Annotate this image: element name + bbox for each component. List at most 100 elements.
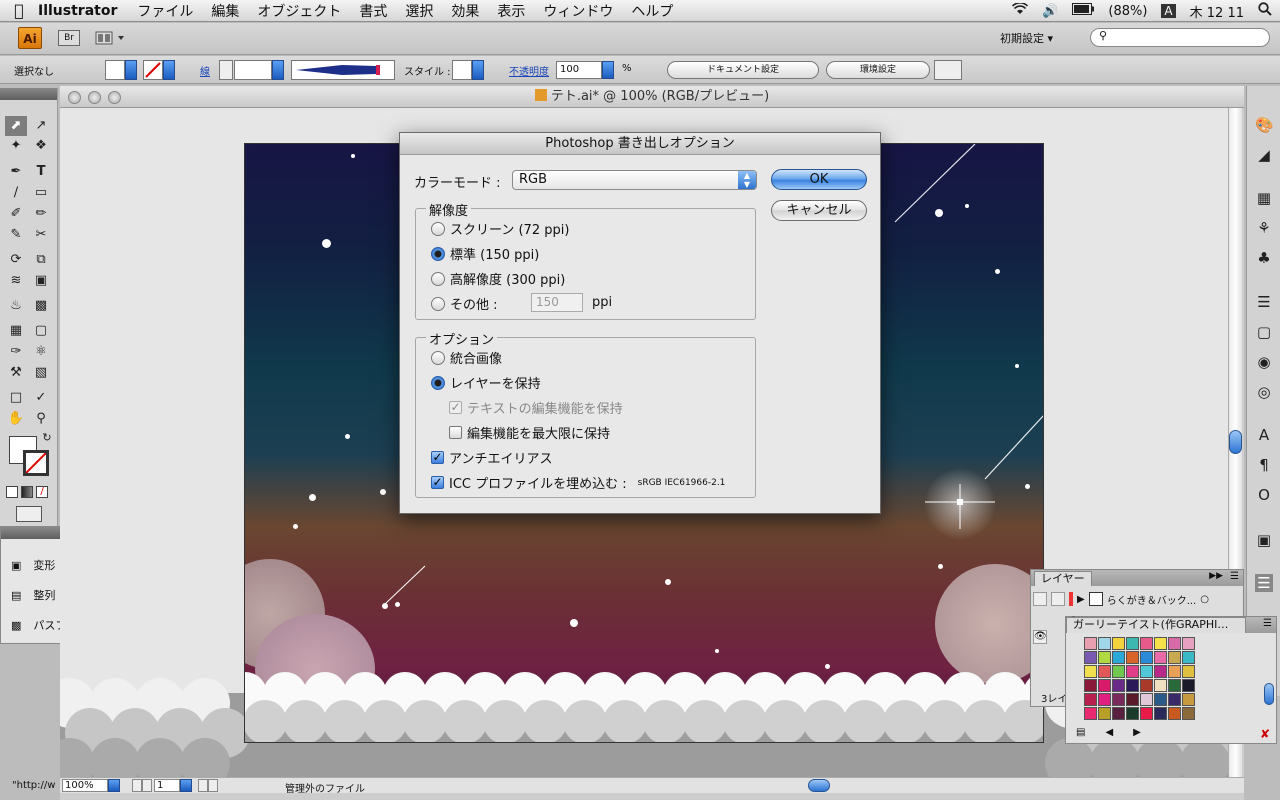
fill-color-swatch[interactable] — [105, 60, 125, 80]
arrange-documents-icon[interactable] — [95, 30, 129, 46]
first-artboard-button[interactable] — [132, 779, 142, 792]
swatch-cell[interactable] — [1182, 707, 1195, 720]
other-ppi-field[interactable]: 150 — [531, 293, 583, 312]
opacity-dropdown[interactable] — [602, 61, 614, 79]
wifi-icon[interactable] — [1012, 2, 1029, 19]
rectangle-tool-icon[interactable]: ▭ — [30, 183, 52, 203]
stroke-color-swatch[interactable] — [143, 60, 163, 80]
stroke-panel-link[interactable]: 線 — [200, 63, 210, 78]
minimize-window-button[interactable] — [88, 91, 101, 104]
previous-artboard-button[interactable] — [142, 779, 152, 792]
swatch-cell[interactable] — [1126, 707, 1139, 720]
opentype-panel-icon[interactable]: O — [1255, 486, 1273, 504]
scissors-tool-icon[interactable]: ✂ — [30, 225, 52, 245]
swatch-cell[interactable] — [1112, 693, 1125, 706]
menu-view[interactable]: 表示 — [497, 1, 525, 21]
status-text[interactable]: 管理外のファイル — [285, 780, 365, 795]
swatch-library-tab[interactable]: ガーリーテイスト(作GRAPHI… — [1066, 617, 1246, 633]
color-mode-color-icon[interactable] — [6, 486, 18, 498]
swatch-cell[interactable] — [1084, 637, 1097, 650]
swatch-cell[interactable] — [1154, 707, 1167, 720]
rotate-tool-icon[interactable]: ⟳ — [5, 250, 27, 270]
screen-mode-icon[interactable] — [16, 506, 42, 522]
ok-button[interactable]: OK — [771, 169, 867, 190]
spotlight-search-icon[interactable] — [1258, 2, 1272, 20]
layers-tab[interactable]: レイヤー — [1034, 571, 1092, 586]
zoom-dropdown[interactable] — [108, 779, 120, 792]
preferences-button[interactable]: 環境設定 — [826, 61, 930, 79]
maximum-editability-option[interactable]: 編集機能を最大限に保持 — [449, 423, 610, 442]
swatch-cell[interactable] — [1084, 693, 1097, 706]
opacity-panel-link[interactable]: 不透明度 — [509, 63, 549, 78]
tools-panel-header[interactable] — [0, 88, 57, 100]
menu-file[interactable]: ファイル — [137, 1, 193, 21]
swatch-cell[interactable] — [1084, 665, 1097, 678]
swatch-cell[interactable] — [1098, 637, 1111, 650]
swatch-cell[interactable] — [1168, 637, 1181, 650]
blend-tool-icon[interactable]: ⚛ — [30, 342, 52, 362]
swatch-cell[interactable] — [1154, 679, 1167, 692]
gradient-panel-icon[interactable]: ▢ — [1255, 323, 1273, 341]
live-paint-bucket-tool-icon[interactable]: ⚒ — [5, 363, 27, 383]
swatch-cell[interactable] — [1126, 665, 1139, 678]
brush-definition-preview[interactable] — [291, 60, 395, 80]
checkbox[interactable] — [449, 426, 462, 439]
swatch-cell[interactable] — [1140, 665, 1153, 678]
menu-object[interactable]: オブジェクト — [257, 1, 341, 21]
app-menu[interactable]: Illustrator — [38, 3, 117, 19]
menu-help[interactable]: ヘルプ — [631, 1, 673, 21]
horizontal-scroll-thumb[interactable] — [808, 779, 830, 792]
appearance-panel-icon[interactable]: ◎ — [1255, 383, 1273, 401]
swatch-cell[interactable] — [1182, 637, 1195, 650]
swatch-cell[interactable] — [1140, 651, 1153, 664]
write-layers-option[interactable]: レイヤーを保持 — [431, 373, 541, 392]
graphic-style-dropdown[interactable] — [472, 60, 484, 80]
artboard-number-field[interactable]: 1 — [154, 779, 180, 792]
close-window-button[interactable] — [68, 91, 81, 104]
pen-tool-icon[interactable]: ✒ — [5, 162, 27, 182]
warp-tool-icon[interactable]: ≋ — [5, 271, 27, 291]
zoom-tool-icon[interactable]: ⚲ — [30, 409, 52, 429]
swatch-scroll-thumb[interactable] — [1264, 683, 1274, 705]
brushes-panel-icon[interactable]: ⚘ — [1255, 219, 1273, 237]
blob-brush-tool-icon[interactable]: ✎ — [5, 225, 27, 245]
select-similar-icon[interactable] — [934, 60, 962, 80]
slice-tool-icon[interactable]: ✓ — [30, 388, 52, 408]
align-panel-item[interactable]: ▤ 整列 — [11, 587, 55, 603]
color-panel-icon[interactable]: 🎨 — [1255, 116, 1274, 134]
volume-icon[interactable]: 🔊 — [1042, 4, 1058, 19]
hand-tool-icon[interactable]: ✋ — [5, 409, 27, 429]
radio-button[interactable] — [431, 350, 445, 365]
swatch-cell[interactable] — [1182, 651, 1195, 664]
symbols-panel-icon[interactable]: ♣ — [1255, 249, 1273, 267]
swatch-cell[interactable] — [1126, 651, 1139, 664]
swatch-cell[interactable] — [1168, 665, 1181, 678]
flat-image-option[interactable]: 統合画像 — [431, 348, 502, 367]
apple-icon[interactable]:  — [0, 1, 38, 20]
antialias-option[interactable]: ✓ アンチエイリアス — [431, 448, 552, 467]
gradient-tool-icon[interactable]: ▢ — [30, 321, 52, 341]
stroke-dropdown[interactable] — [163, 60, 175, 80]
zoom-level-field[interactable]: 100% — [62, 779, 108, 792]
last-artboard-button[interactable] — [208, 779, 218, 792]
menu-edit[interactable]: 編集 — [211, 1, 239, 21]
embed-icc-profile-option[interactable]: ✓ ICC プロファイルを埋め込む : sRGB IEC61966-2.1 — [431, 473, 725, 492]
swatch-cell[interactable] — [1140, 707, 1153, 720]
swatch-cell[interactable] — [1112, 637, 1125, 650]
magic-wand-tool-icon[interactable]: ✦ — [5, 136, 27, 156]
swatch-cell[interactable] — [1182, 693, 1195, 706]
layer-lock-toggle[interactable] — [1051, 592, 1065, 606]
swatch-cell[interactable] — [1112, 651, 1125, 664]
menubar-clock[interactable]: 木 12 11 — [1190, 2, 1244, 21]
swatch-cell[interactable] — [1154, 651, 1167, 664]
checkbox-checked[interactable]: ✓ — [431, 476, 444, 489]
resolution-high-option[interactable]: 高解像度 (300 ppi) — [431, 269, 565, 288]
swatch-cell[interactable] — [1140, 637, 1153, 650]
resolution-screen-option[interactable]: スクリーン (72 ppi) — [431, 219, 569, 238]
swatch-cell[interactable] — [1182, 665, 1195, 678]
swatch-cell[interactable] — [1112, 707, 1125, 720]
next-artboard-button[interactable] — [198, 779, 208, 792]
layer-visibility-toggle[interactable] — [1033, 592, 1047, 606]
layer-target-icon[interactable]: ○ — [1200, 594, 1209, 605]
swatch-cell[interactable] — [1182, 679, 1195, 692]
